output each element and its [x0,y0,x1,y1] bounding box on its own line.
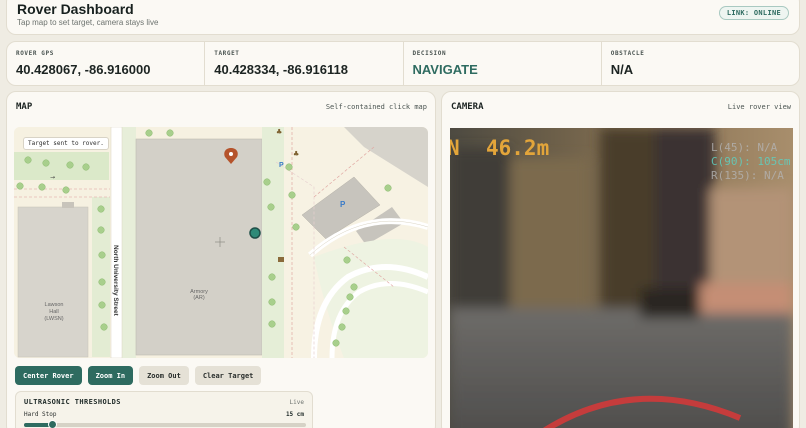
poi-icon: ♣ [276,128,282,136]
stat-value: NAVIGATE [412,62,478,77]
bench-icon [278,257,284,262]
stat-label: TARGET [214,50,240,57]
thresholds-title: ULTRASONIC THRESHOLDS [24,398,121,406]
building-annex [62,202,74,208]
stat-obstacle: OBSTACLE N/A [602,42,799,85]
hard-stop-slider[interactable] [24,420,306,428]
lawson-label-hall: Hall [49,309,58,315]
parking-icon: P [340,200,346,209]
lawson-hall-building [17,206,89,358]
slider-thumb[interactable] [48,420,58,428]
grass-area [122,127,136,358]
camera-feed: N 46.2m L(45): N/A C(90): 105cm R(135): … [450,128,793,428]
hud-right-sensor: R(135): N/A [711,169,784,182]
thresholds-live-label: Live [289,399,304,406]
hud-heading: N [450,136,460,160]
stat-label: OBSTACLE [610,50,645,57]
map-canvas[interactable]: ♣ ♣ P P → North University Street Armory… [14,127,428,358]
stat-target: TARGET 40.428334, -86.916118 [205,42,404,85]
map-view[interactable]: ♣ ♣ P P → North University Street Armory… [14,127,428,358]
hud-distance: 46.2m [486,136,549,160]
hard-stop-value: 15 cm [285,411,304,418]
map-card: MAP Self-contained click map ♣ ♣ P P → N… [6,91,436,428]
parking-icon: P [279,162,284,169]
zoom-in-button[interactable]: Zoom In [87,366,134,385]
header-card: Rover Dashboard Tap map to set target, c… [6,0,800,35]
map-title: MAP [16,102,33,112]
lawson-label: Lawson [45,302,64,308]
stat-label: DECISION [412,50,447,57]
camera-title: CAMERA [451,102,484,112]
stat-value: N/A [610,62,634,77]
camera-frame: N 46.2m L(45): N/A C(90): 105cm R(135): … [450,128,793,428]
north-university-street [110,127,123,358]
grass-area [14,152,109,180]
camera-hint: Live rover view [727,103,791,111]
page-title: Rover Dashboard [17,1,134,17]
hud-left-sensor: L(45): N/A [711,141,778,154]
stat-decision: DECISION NAVIGATE [404,42,602,85]
oneway-arrow-icon: → [50,174,55,181]
clear-target-button[interactable]: Clear Target [194,366,262,385]
zoom-out-button[interactable]: Zoom Out [139,366,189,385]
grass-area [92,197,110,357]
stat-label: ROVER GPS [16,50,54,57]
map-toast: Target sent to rover. [23,137,109,150]
ultrasonic-thresholds-panel: ULTRASONIC THRESHOLDS Live Hard Stop 15 … [15,391,313,428]
rover-position-icon[interactable] [249,227,261,239]
page-subtitle: Tap map to set target, camera stays live [17,18,159,27]
stat-value: 40.428067, -86.916000 [16,62,151,77]
poi-icon: ♣ [293,150,299,158]
armory-building [135,138,263,356]
camera-card: CAMERA Live rover view 46.2m L(45): N/A … [441,91,800,428]
hud-center-sensor: C(90): 105cm [711,155,791,168]
stat-rover-gps: ROVER GPS 40.428067, -86.916000 [7,42,206,85]
armory-code-label: (AR) [193,295,204,301]
map-hint: Self-contained click map [325,103,427,111]
stat-value: 40.428334, -86.916118 [214,62,348,77]
stats-bar: ROVER GPS 40.428067, -86.916000 TARGET 4… [6,41,800,86]
map-controls: Center Rover Zoom In Zoom Out Clear Targ… [15,366,262,385]
street-label: North University Street [112,245,119,317]
link-status-badge: LINK: ONLINE [718,6,789,20]
center-rover-button[interactable]: Center Rover [15,366,82,385]
lawson-code-label: (LWSN) [44,316,63,322]
hard-stop-label: Hard Stop [24,411,57,418]
